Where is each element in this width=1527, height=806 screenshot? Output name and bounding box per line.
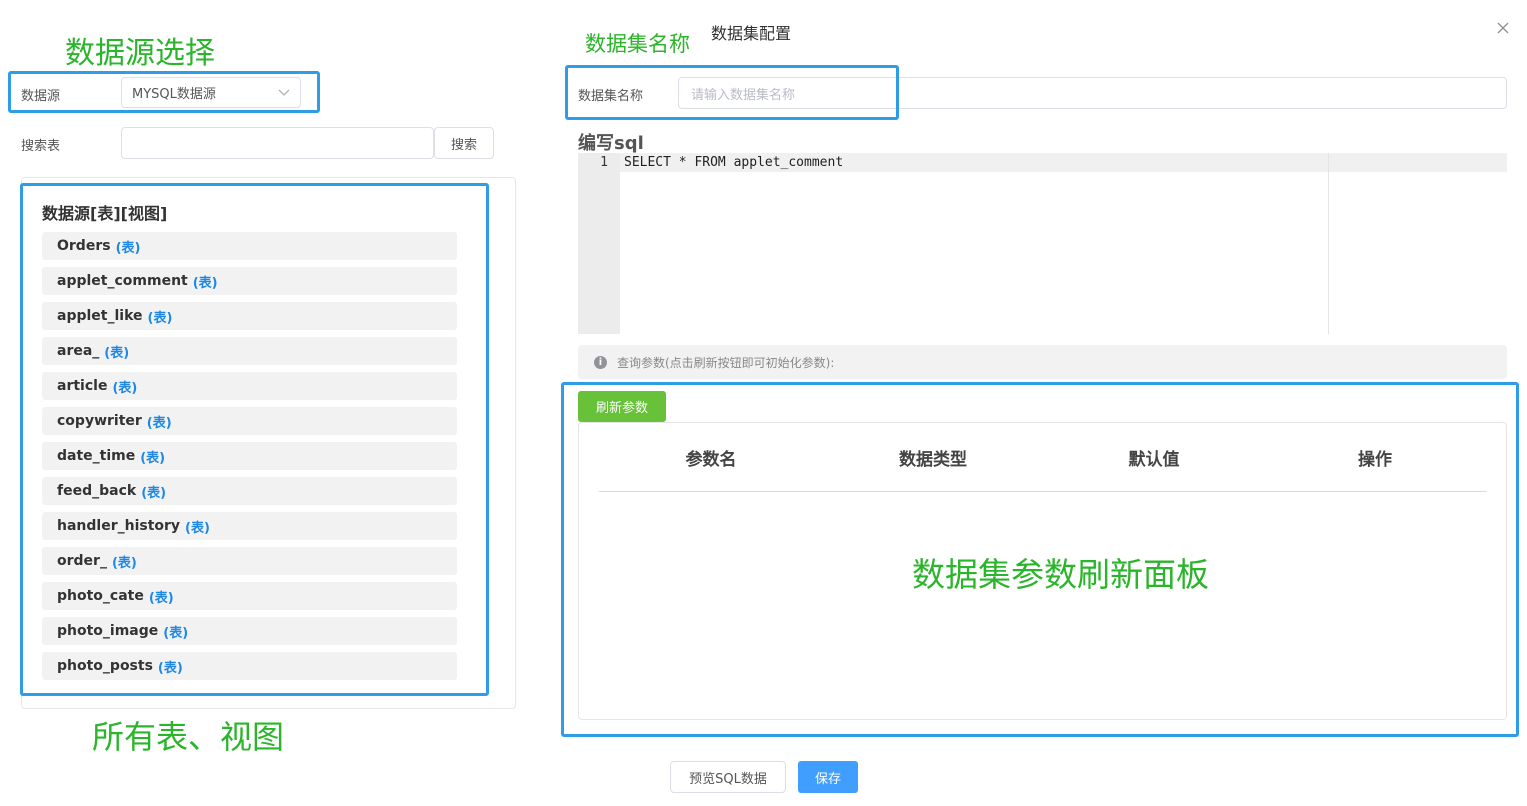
refresh-params-button[interactable]: 刷新参数 [578, 391, 666, 422]
table-list-item[interactable]: order_ (表) [42, 547, 457, 575]
editor-print-margin [1328, 153, 1329, 334]
table-list-item[interactable]: feed_back (表) [42, 477, 457, 505]
table-name: applet_comment [57, 273, 188, 289]
sql-editor[interactable]: 1 SELECT * FROM applet_comment [578, 153, 1507, 334]
dialog-title: 数据集配置 [711, 24, 792, 43]
table-type-tag: (表) [147, 310, 173, 326]
col-header-data-type: 数据类型 [899, 450, 967, 470]
table-type-tag: (表) [140, 450, 166, 466]
table-name: handler_history [57, 518, 181, 534]
annotation-params-panel: 数据集参数刷新面板 [912, 555, 1209, 594]
table-list-item[interactable]: handler_history (表) [42, 512, 457, 540]
chevron-down-icon [278, 86, 290, 100]
table-name: article [57, 378, 108, 394]
table-name: photo_posts [57, 658, 153, 674]
annotation-all-tables: 所有表、视图 [92, 718, 285, 756]
query-params-info-text: 查询参数(点击刷新按钮即可初始化参数): [617, 355, 835, 370]
table-name: photo_cate [57, 588, 144, 604]
datasource-select[interactable]: MYSQL数据源 [121, 77, 301, 108]
preview-sql-button[interactable]: 预览SQL数据 [670, 761, 786, 793]
info-icon: i [594, 355, 607, 369]
close-icon[interactable] [1497, 19, 1509, 38]
table-type-tag: (表) [111, 555, 137, 571]
col-header-actions: 操作 [1358, 450, 1392, 470]
table-name: applet_like [57, 308, 143, 324]
table-type-tag: (表) [115, 240, 141, 256]
table-name: order_ [57, 553, 107, 569]
table-name: feed_back [57, 483, 137, 499]
table-list-item[interactable]: photo_posts (表) [42, 652, 457, 680]
table-list-item[interactable]: area_ (表) [42, 337, 457, 365]
table-list-item[interactable]: applet_like (表) [42, 302, 457, 330]
dataset-name-input[interactable]: 请输入数据集名称 [678, 77, 1507, 109]
table-type-tag: (表) [192, 275, 218, 291]
table-name: Orders [57, 238, 111, 254]
col-header-default-value: 默认值 [1128, 450, 1180, 470]
table-list-item[interactable]: photo_cate (表) [42, 582, 457, 610]
table-list-item[interactable]: applet_comment (表) [42, 267, 457, 295]
tree-title: 数据源[表][视图] [42, 204, 168, 223]
annotation-datasource-select: 数据源选择 [65, 36, 215, 71]
search-button[interactable]: 搜索 [434, 127, 494, 159]
editor-gutter [578, 153, 620, 334]
table-list-item[interactable]: Orders (表) [42, 232, 457, 260]
table-list-item[interactable]: date_time (表) [42, 442, 457, 470]
table-type-tag: (表) [104, 345, 130, 361]
search-table-label: 搜索表 [21, 139, 61, 154]
table-list-item[interactable]: photo_image (表) [42, 617, 457, 645]
dataset-name-label: 数据集名称 [578, 89, 644, 104]
table-type-tag: (表) [185, 520, 210, 536]
datasource-select-value: MYSQL数据源 [132, 87, 216, 102]
col-header-param-name: 参数名 [685, 450, 737, 470]
table-name: date_time [57, 448, 136, 464]
save-button[interactable]: 保存 [798, 761, 858, 793]
table-type-tag: (表) [141, 485, 167, 501]
annotation-dataset-name: 数据集名称 [585, 32, 690, 56]
table-type-tag: (表) [112, 380, 138, 396]
table-list-item[interactable]: copywriter (表) [42, 407, 457, 435]
table-name: area_ [57, 343, 100, 359]
table-name: copywriter [57, 413, 142, 429]
table-type-tag: (表) [163, 625, 189, 641]
sql-section-title: 编写sql [578, 133, 644, 154]
table-type-tag: (表) [157, 660, 183, 676]
query-params-info-bar: i 查询参数(点击刷新按钮即可初始化参数): [578, 345, 1507, 379]
table-type-tag: (表) [146, 415, 172, 431]
datasource-label: 数据源 [21, 89, 61, 104]
table-name: photo_image [57, 623, 159, 639]
table-header-divider [599, 491, 1487, 492]
search-table-input[interactable] [121, 127, 434, 159]
table-list-item[interactable]: article (表) [42, 372, 457, 400]
table-type-tag: (表) [148, 590, 174, 606]
code-line: SELECT * FROM applet_comment [624, 155, 844, 170]
line-number: 1 [600, 155, 608, 170]
